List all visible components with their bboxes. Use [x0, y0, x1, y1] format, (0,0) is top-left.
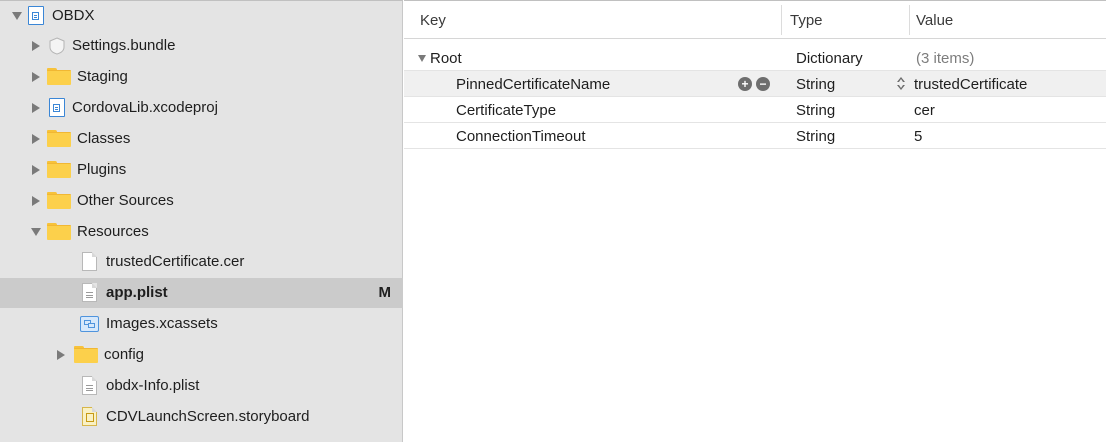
plist-row-pinned-certificate-name[interactable]: PinnedCertificateName + − String trusted…	[404, 71, 1106, 97]
plist-row-root[interactable]: Root Dictionary (3 items)	[404, 45, 1106, 71]
nav-item-trusted-certificate[interactable]: trustedCertificate.cer	[0, 247, 403, 277]
row-value[interactable]: trustedCertificate	[914, 71, 1027, 97]
nav-item-label: trustedCertificate.cer	[106, 253, 245, 270]
project-file-icon	[28, 6, 44, 25]
nav-item-label: Resources	[77, 223, 149, 240]
nav-item-label: config	[104, 346, 145, 363]
nav-item-cordovalib[interactable]: CordovaLib.xcodeproj	[0, 93, 403, 123]
folder-icon	[47, 161, 71, 178]
row-key: Root	[430, 49, 462, 67]
folder-icon	[47, 68, 71, 85]
nav-item-label: Plugins	[77, 161, 127, 178]
asset-catalog-icon	[80, 316, 99, 332]
nav-item-plugins[interactable]: Plugins	[0, 155, 403, 185]
folder-icon	[74, 346, 98, 363]
nav-item-other-sources[interactable]: Other Sources	[0, 186, 403, 216]
disclosure-expanded-icon[interactable]	[418, 55, 426, 62]
nav-item-label: Images.xcassets	[106, 315, 218, 332]
nav-item-label: Staging	[77, 68, 128, 85]
disclosure-collapsed-icon[interactable]	[32, 165, 40, 175]
disclosure-expanded-icon[interactable]	[12, 12, 22, 20]
nav-item-label: app.plist	[106, 284, 168, 301]
row-key[interactable]: PinnedCertificateName	[456, 71, 610, 97]
bundle-icon	[48, 37, 66, 55]
type-stepper-icon[interactable]	[896, 75, 906, 93]
nav-item-launch-storyboard[interactable]: CDVLaunchScreen.storyboard	[0, 402, 403, 432]
nav-item-classes[interactable]: Classes	[0, 124, 403, 154]
remove-row-icon[interactable]: −	[756, 77, 770, 91]
row-type[interactable]: Dictionary	[796, 45, 863, 71]
nav-item-staging[interactable]: Staging	[0, 62, 403, 92]
nav-item-config[interactable]: config	[0, 340, 403, 370]
plist-row-certificate-type[interactable]: CertificateType String cer	[404, 97, 1106, 123]
column-header-key[interactable]: Key	[420, 1, 446, 39]
row-type[interactable]: String	[796, 123, 835, 149]
nav-item-resources[interactable]: Resources	[0, 217, 403, 247]
nav-item-obdx[interactable]: OBDX	[0, 1, 403, 31]
nav-item-settings-bundle[interactable]: Settings.bundle	[0, 31, 403, 61]
folder-icon	[47, 192, 71, 209]
row-key[interactable]: ConnectionTimeout	[456, 123, 586, 149]
row-type[interactable]: String	[796, 97, 835, 123]
add-row-icon[interactable]: +	[738, 77, 752, 91]
project-navigator: OBDX Settings.bundle Staging CordovaLib.…	[0, 0, 403, 442]
nav-item-label: CDVLaunchScreen.storyboard	[106, 408, 310, 425]
disclosure-collapsed-icon[interactable]	[32, 196, 40, 206]
row-type[interactable]: String	[796, 71, 835, 97]
modified-badge: M	[378, 284, 392, 301]
row-value[interactable]: cer	[914, 97, 935, 123]
column-divider[interactable]	[909, 5, 910, 35]
nav-item-label: OBDX	[52, 7, 95, 24]
document-icon	[82, 252, 97, 271]
disclosure-collapsed-icon[interactable]	[32, 134, 40, 144]
nav-item-label: Other Sources	[77, 192, 174, 209]
plist-editor: Key Type Value Root Dictionary (3 items)…	[404, 0, 1106, 442]
nav-item-label: Settings.bundle	[72, 37, 176, 54]
row-key[interactable]: CertificateType	[456, 97, 556, 123]
disclosure-collapsed-icon[interactable]	[32, 41, 40, 51]
nav-item-label: obdx-Info.plist	[106, 377, 200, 394]
column-divider[interactable]	[781, 5, 782, 35]
disclosure-collapsed-icon[interactable]	[32, 103, 40, 113]
nav-item-obdx-info-plist[interactable]: obdx-Info.plist	[0, 371, 403, 401]
folder-icon	[47, 223, 71, 240]
disclosure-collapsed-icon[interactable]	[57, 350, 65, 360]
disclosure-expanded-icon[interactable]	[31, 228, 41, 236]
plist-file-icon	[82, 283, 97, 302]
nav-item-label: Classes	[77, 130, 131, 147]
plist-row-connection-timeout[interactable]: ConnectionTimeout String 5	[404, 123, 1106, 149]
column-header-type[interactable]: Type	[790, 1, 823, 39]
project-file-icon	[49, 98, 65, 117]
column-header: Key Type Value	[404, 1, 1106, 39]
nav-item-images-xcassets[interactable]: Images.xcassets	[0, 309, 403, 339]
plist-file-icon	[82, 376, 97, 395]
disclosure-collapsed-icon[interactable]	[32, 72, 40, 82]
column-header-value[interactable]: Value	[916, 1, 953, 39]
row-value: (3 items)	[916, 49, 975, 67]
nav-item-label: CordovaLib.xcodeproj	[72, 99, 218, 116]
nav-item-app-plist[interactable]: app.plist M	[0, 278, 403, 308]
folder-icon	[47, 130, 71, 147]
storyboard-file-icon	[82, 407, 97, 426]
row-value[interactable]: 5	[914, 123, 922, 149]
